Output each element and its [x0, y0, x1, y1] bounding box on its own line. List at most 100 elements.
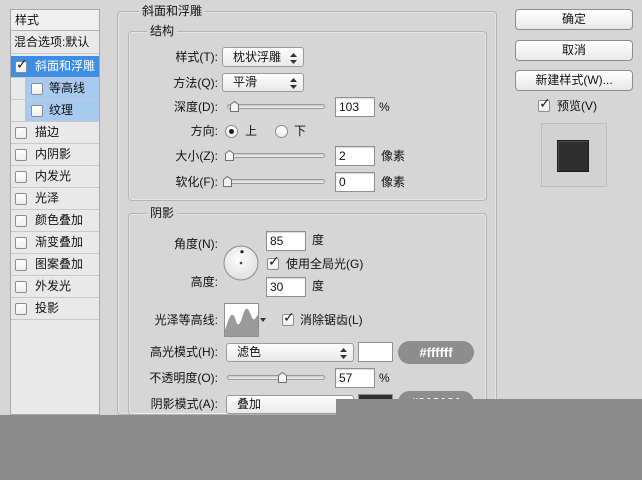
technique-label: 方法(Q): [173, 76, 218, 90]
gradient-overlay-checkbox[interactable] [15, 237, 27, 249]
updown-arrow-icon [290, 77, 297, 89]
style-item-pattern-overlay[interactable]: 图案叠加 [11, 254, 99, 276]
style-item-label: 等高线 [49, 81, 86, 95]
depth-label: 深度(D): [174, 100, 218, 114]
gloss-contour-preview[interactable] [224, 303, 259, 337]
updown-arrow-icon [290, 51, 297, 64]
style-item-inner-shadow[interactable]: 内阴影 [11, 144, 99, 166]
style-item-label: 外发光 [35, 279, 72, 293]
shadow-mode-value: 叠加 [237, 397, 262, 411]
style-item-inner-glow[interactable]: 内发光 [11, 166, 99, 188]
styles-header[interactable]: 样式 [11, 10, 99, 31]
preview-checkbox[interactable] [538, 96, 551, 112]
size-unit: 像素 [381, 149, 406, 163]
drop-shadow-checkbox[interactable] [15, 303, 27, 315]
shading-title: 阴影 [147, 206, 178, 220]
styles-list-panel: 样式 混合选项:默认 斜面和浮雕 等高线 纹理 描边 内阴影 内发光 光泽 颜色… [10, 9, 100, 415]
style-preview-box [541, 123, 607, 187]
soften-input[interactable] [335, 172, 375, 192]
anti-aliased-label: 消除锯齿(L) [300, 313, 363, 327]
style-item-stroke[interactable]: 描边 [11, 122, 99, 144]
structure-title: 结构 [147, 24, 178, 38]
styles-header-label: 样式 [15, 13, 40, 27]
satin-checkbox[interactable] [15, 193, 27, 205]
style-item-texture[interactable]: 纹理 [11, 100, 99, 122]
angle-unit: 度 [312, 233, 325, 247]
style-item-color-overlay[interactable]: 颜色叠加 [11, 210, 99, 232]
contour-curve-icon [225, 308, 258, 336]
size-slider-thumb[interactable] [225, 149, 235, 161]
altitude-label: 高度: [190, 275, 218, 289]
use-global-light-checkbox[interactable] [267, 254, 280, 270]
technique-select[interactable]: 平滑 [222, 73, 304, 92]
size-slider-track[interactable] [227, 153, 325, 158]
style-item-contour[interactable]: 等高线 [11, 78, 99, 100]
gloss-contour-label: 光泽等高线: [154, 313, 218, 327]
bevel-style-value: 枕状浮雕 [233, 50, 282, 64]
blending-options-item[interactable]: 混合选项:默认 [11, 32, 99, 54]
style-item-label: 内发光 [35, 169, 72, 183]
highlight-mode-value: 滤色 [237, 345, 262, 359]
shadow-mode-select[interactable]: 叠加 [226, 395, 354, 414]
style-item-label: 渐变叠加 [35, 235, 84, 249]
direction-up-radio[interactable] [225, 125, 238, 138]
updown-arrow-icon [340, 347, 347, 359]
angle-dial[interactable] [223, 245, 259, 281]
texture-checkbox[interactable] [31, 105, 43, 117]
anti-aliased-checkbox[interactable] [282, 310, 295, 326]
soften-unit: 像素 [381, 175, 406, 189]
style-item-label: 纹理 [49, 103, 74, 117]
direction-down-radio[interactable] [275, 125, 288, 138]
depth-slider-thumb[interactable] [230, 100, 240, 112]
ok-button[interactable]: 确定 [515, 9, 633, 30]
style-item-label: 斜面和浮雕 [35, 59, 96, 73]
style-item-outer-glow[interactable]: 外发光 [11, 276, 99, 298]
new-style-button[interactable]: 新建样式(W)... [515, 70, 633, 91]
highlight-color-badge: #ffffff [398, 341, 474, 364]
style-item-gradient-overlay[interactable]: 渐变叠加 [11, 232, 99, 254]
blank-gray-area-bottom [0, 415, 642, 480]
soften-label: 软化(F): [175, 175, 218, 189]
contour-checkbox[interactable] [31, 83, 43, 95]
opacity-label: 不透明度(O): [149, 371, 218, 385]
angle-input[interactable] [266, 231, 306, 251]
highlight-mode-select[interactable]: 滤色 [226, 343, 354, 362]
depth-unit: % [379, 100, 390, 114]
style-item-label: 图案叠加 [35, 257, 84, 271]
gloss-contour-dropdown[interactable] [259, 303, 267, 337]
outer-glow-checkbox[interactable] [15, 281, 27, 293]
inner-shadow-checkbox[interactable] [15, 149, 27, 161]
bevel-emboss-checkbox[interactable] [15, 57, 28, 73]
highlight-color-swatch[interactable] [358, 342, 393, 362]
chevron-down-icon [260, 318, 266, 322]
cancel-button[interactable]: 取消 [515, 40, 633, 61]
angle-label: 角度(N): [174, 237, 218, 251]
style-item-satin[interactable]: 光泽 [11, 188, 99, 210]
style-item-drop-shadow[interactable]: 投影 [11, 298, 99, 320]
color-overlay-checkbox[interactable] [15, 215, 27, 227]
direction-down-label: 下 [294, 124, 307, 138]
direction-label: 方向: [190, 124, 218, 138]
opacity-unit: % [379, 371, 390, 385]
style-item-bevel-emboss[interactable]: 斜面和浮雕 [11, 56, 99, 78]
soften-slider-thumb[interactable] [223, 175, 233, 187]
opacity-slider-thumb[interactable] [278, 371, 288, 383]
opacity-slider-track[interactable] [227, 375, 325, 380]
stroke-checkbox[interactable] [15, 127, 27, 139]
preview-label: 预览(V) [557, 99, 597, 113]
pattern-overlay-checkbox[interactable] [15, 259, 27, 271]
blank-gray-area-right [336, 399, 642, 415]
opacity-input[interactable] [335, 368, 375, 388]
altitude-input[interactable] [266, 277, 306, 297]
bevel-style-select[interactable]: 枕状浮雕 [222, 47, 304, 67]
soften-slider-track[interactable] [227, 179, 325, 184]
depth-slider-track[interactable] [227, 104, 325, 109]
inner-glow-checkbox[interactable] [15, 171, 27, 183]
depth-input[interactable] [335, 97, 375, 117]
shadow-mode-label: 阴影模式(A): [150, 397, 218, 411]
style-label: 样式(T): [175, 50, 218, 64]
direction-up-label: 上 [245, 124, 258, 138]
altitude-unit: 度 [312, 279, 325, 293]
style-item-label: 内阴影 [35, 147, 72, 161]
size-input[interactable] [335, 146, 375, 166]
